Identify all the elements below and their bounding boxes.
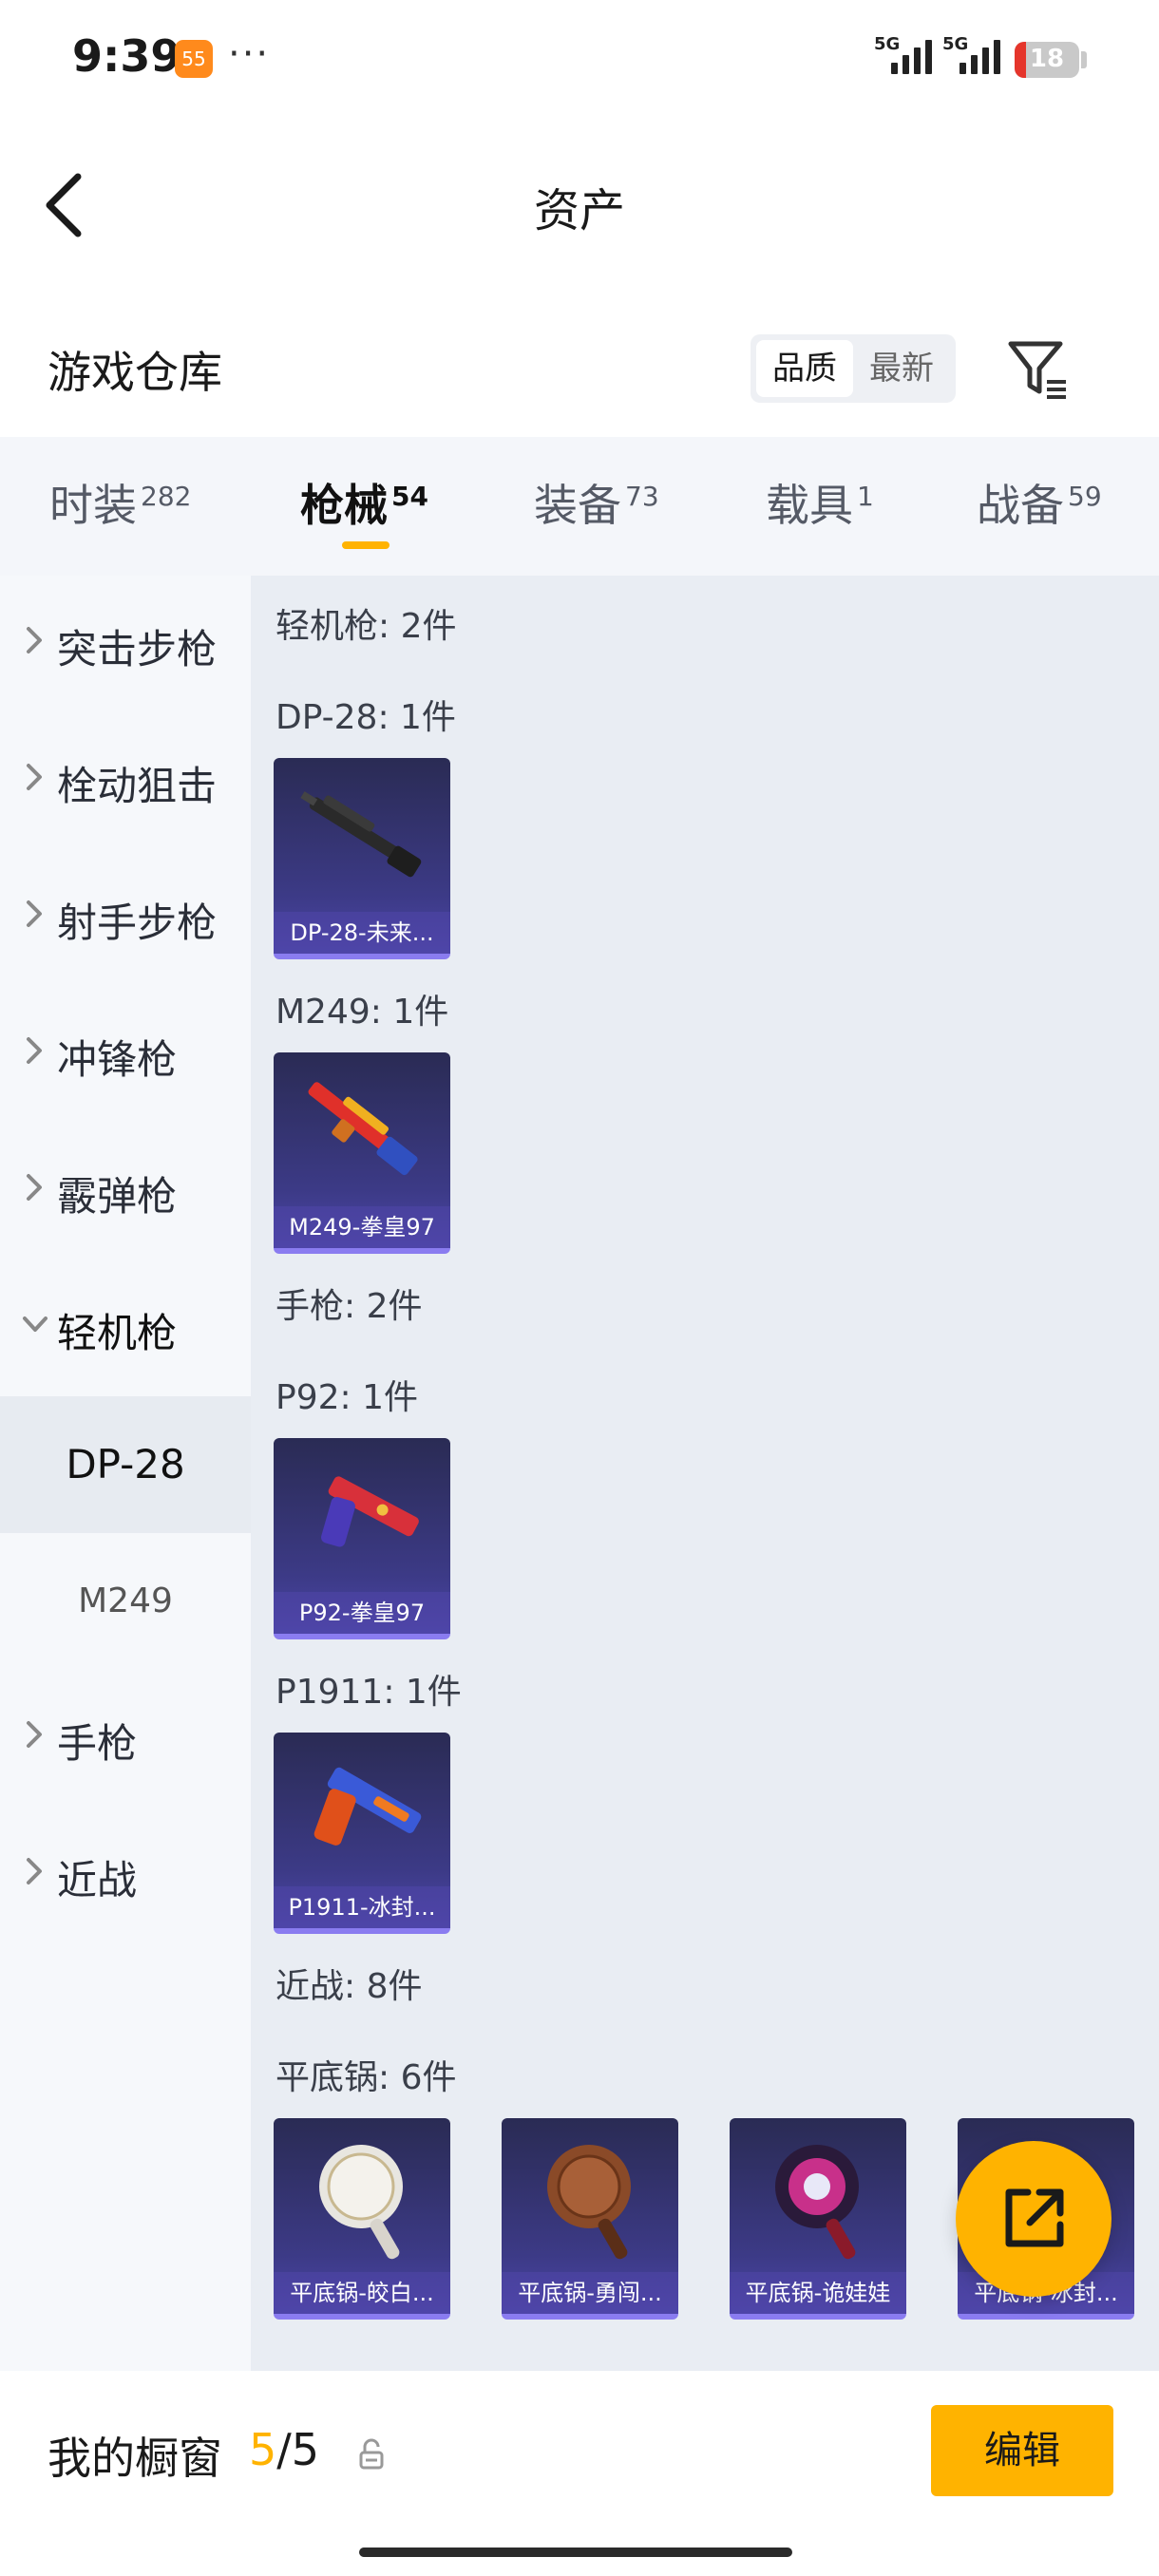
- showcase-count-separator: /: [276, 2424, 292, 2475]
- tab-label: 载具: [766, 480, 853, 531]
- sidebar-item-bolt-sniper[interactable]: 栓动狙击: [0, 735, 251, 821]
- status-bar: 9:39 55 ··· 5G 5G 18: [0, 0, 1159, 114]
- status-time: 9:39: [72, 30, 181, 82]
- tab-count: 1: [857, 480, 874, 512]
- tab-count: 282: [141, 480, 192, 512]
- battery-icon: 18: [1015, 42, 1079, 78]
- showcase-count-current: 5: [249, 2424, 277, 2475]
- tab-count: 59: [1068, 480, 1102, 512]
- sort-quality-button[interactable]: 品质: [756, 340, 853, 397]
- section-header-melee: 近战: 8件: [276, 1967, 423, 2006]
- sidebar-item-marksman-rifle[interactable]: 射手步枪: [0, 872, 251, 957]
- tab-combat-supplies[interactable]: 战备 59: [977, 471, 1102, 534]
- frying-pan-icon: [775, 2145, 859, 2260]
- tab-fashion[interactable]: 时装 282: [49, 471, 191, 534]
- item-card-p92[interactable]: P92-拳皇97: [274, 1438, 450, 1639]
- chevron-right-icon: [27, 1721, 42, 1748]
- tab-label: 战备: [977, 480, 1064, 531]
- pistol-icon: [321, 1476, 419, 1547]
- sidebar-item-melee[interactable]: 近战: [0, 1829, 251, 1915]
- chevron-right-icon: [27, 1037, 42, 1064]
- warehouse-title: 游戏仓库: [48, 347, 222, 398]
- item-card-label: P1911-冰封...: [274, 1886, 450, 1928]
- tab-firearms[interactable]: 枪械 54: [300, 471, 428, 534]
- tab-count: 54: [391, 480, 428, 512]
- lock-icon[interactable]: [357, 2437, 386, 2472]
- item-card-pan[interactable]: 平底锅-诡娃娃: [730, 2118, 906, 2320]
- sidebar-item-assault-rifle[interactable]: 突击步枪: [0, 598, 251, 684]
- filter-button[interactable]: [1005, 334, 1072, 401]
- sidebar-item-pistol[interactable]: 手枪: [0, 1693, 251, 1778]
- item-card-label: 平底锅-皎白...: [274, 2272, 450, 2314]
- rifle-icon: [300, 791, 422, 878]
- chevron-right-icon: [27, 764, 42, 790]
- sort-toggle: 品质 最新: [750, 334, 956, 403]
- section-header-lmg: 轻机枪: 2件: [276, 607, 457, 646]
- subsection-header-p1911: P1911: 1件: [276, 1673, 462, 1712]
- filter-icon: [1008, 341, 1066, 399]
- chevron-right-icon: [27, 1858, 42, 1885]
- subsection-header-p92: P92: 1件: [276, 1378, 418, 1417]
- sidebar-item-shotgun[interactable]: 霰弹枪: [0, 1146, 251, 1231]
- frying-pan-icon: [547, 2145, 631, 2260]
- tab-label: 枪械: [300, 480, 388, 531]
- frying-pan-icon: [319, 2145, 403, 2260]
- item-card-dp28[interactable]: DP-28-未来...: [274, 758, 450, 959]
- item-card-label: 平底锅-诡娃娃: [730, 2272, 906, 2314]
- showcase-count: 5/5: [249, 2424, 319, 2475]
- chevron-right-icon: [27, 900, 42, 927]
- home-indicator[interactable]: [359, 2548, 792, 2557]
- item-card-label: P92-拳皇97: [274, 1592, 450, 1634]
- signal-icon: 5G: [942, 34, 1009, 78]
- sidebar-item-label: 轻机枪: [57, 1310, 178, 1356]
- chevron-right-icon: [27, 627, 42, 653]
- subsection-header-m249: M249: 1件: [276, 993, 449, 1032]
- active-tab-indicator: [342, 541, 390, 549]
- sidebar-item-label: 霰弹枪: [57, 1173, 178, 1220]
- pistol-icon: [314, 1767, 422, 1846]
- subsection-header-pan: 平底锅: 6件: [276, 2058, 457, 2097]
- sidebar-item-label: 近战: [57, 1857, 138, 1904]
- notification-app-icon: 55: [175, 40, 213, 78]
- battery-cap: [1081, 51, 1087, 68]
- section-header-pistol: 手枪: 2件: [276, 1287, 423, 1326]
- tab-equipment[interactable]: 装备 73: [534, 471, 659, 534]
- signal-icon: 5G: [874, 34, 940, 78]
- tab-label: 装备: [534, 480, 621, 531]
- sidebar-item-smg[interactable]: 冲锋枪: [0, 1009, 251, 1094]
- page-title: 资产: [533, 184, 625, 237]
- item-card-label: 平底锅-勇闯...: [502, 2272, 678, 2314]
- showcase-count-total: 5: [291, 2424, 320, 2475]
- item-card-m249[interactable]: M249-拳皇97: [274, 1052, 450, 1254]
- machine-gun-icon: [308, 1082, 418, 1176]
- tab-vehicles[interactable]: 载具 1: [766, 471, 874, 534]
- subsection-header-dp28: DP-28: 1件: [276, 698, 456, 737]
- sidebar-item-label: 栓动狙击: [57, 763, 218, 809]
- sidebar-item-label: 突击步枪: [57, 626, 218, 672]
- item-card-pan[interactable]: 平底锅-勇闯...: [502, 2118, 678, 2320]
- chevron-right-icon: [27, 1174, 42, 1201]
- sidebar-item-label: 手枪: [57, 1720, 138, 1767]
- edit-button[interactable]: 编辑: [931, 2405, 1113, 2496]
- item-card-label: DP-28-未来...: [274, 912, 450, 954]
- sidebar-item-lmg[interactable]: 轻机枪: [0, 1282, 251, 1368]
- sort-newest-button[interactable]: 最新: [853, 340, 950, 397]
- battery-level: 18: [1029, 45, 1065, 73]
- showcase-title: 我的橱窗: [48, 2433, 222, 2484]
- more-notifications-icon: ···: [228, 32, 271, 76]
- sidebar-item-label: 冲锋枪: [57, 1036, 178, 1083]
- category-tabs: 时装 282 枪械 54 装备 73 载具 1 战备 59: [0, 437, 1159, 576]
- chevron-down-icon: [23, 1316, 48, 1332]
- item-card-pan[interactable]: 平底锅-皎白...: [274, 2118, 450, 2320]
- sidebar-subitem-dp28[interactable]: DP-28: [0, 1396, 251, 1533]
- tab-label: 时装: [49, 480, 137, 531]
- item-card-p1911[interactable]: P1911-冰封...: [274, 1733, 450, 1934]
- tab-count: 73: [625, 480, 659, 512]
- share-button[interactable]: [956, 2141, 1112, 2297]
- share-icon: [1005, 2188, 1064, 2247]
- sidebar-item-label: 射手步枪: [57, 900, 218, 946]
- item-card-label: M249-拳皇97: [274, 1206, 450, 1248]
- sidebar-subitem-m249[interactable]: M249: [0, 1533, 251, 1670]
